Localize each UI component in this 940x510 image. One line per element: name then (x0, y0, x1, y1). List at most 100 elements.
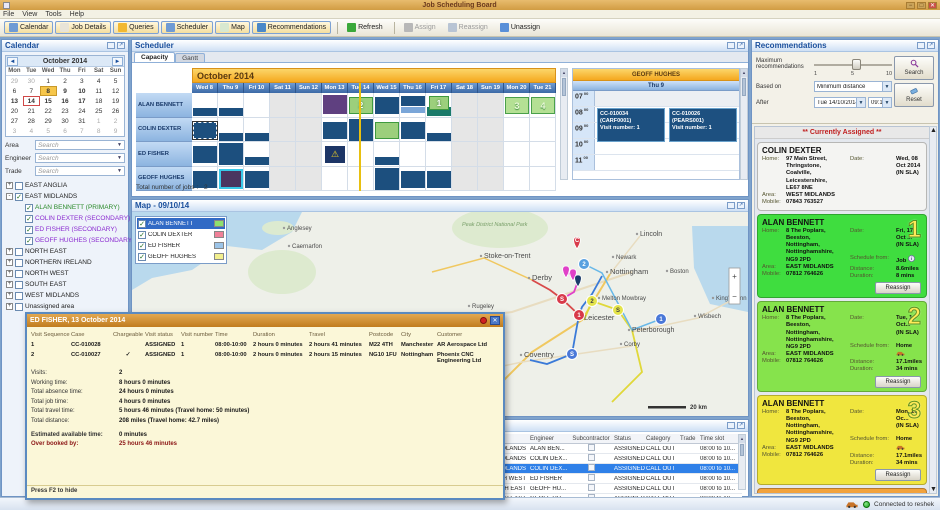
calendar-day-cell[interactable]: 3 (73, 76, 90, 86)
tab-capacity[interactable]: Capacity (134, 52, 176, 62)
map-legend-item[interactable]: ✓ ED FISHER (137, 240, 225, 251)
map-legend-item[interactable]: ✓ ALAN BENNETT (137, 218, 225, 229)
schedule-cell[interactable] (244, 93, 270, 118)
reset-button[interactable]: Reset (894, 83, 934, 107)
schedule-cell[interactable] (296, 142, 322, 167)
calendar-day-cell[interactable]: 12 (107, 86, 124, 96)
schedule-cell[interactable] (296, 117, 322, 142)
calendar-day-cell[interactable]: 5 (40, 126, 57, 136)
tree-expander-icon[interactable]: + (6, 259, 13, 266)
tree-checkbox[interactable]: ✓ (25, 225, 33, 234)
column-header-category[interactable]: Category (646, 436, 680, 442)
schedule-block[interactable] (375, 167, 399, 190)
legend-checkbox[interactable]: ✓ (138, 252, 146, 261)
schedule-block[interactable]: 1 (429, 96, 449, 110)
schedule-block[interactable] (245, 157, 269, 165)
legend-checkbox[interactable]: ✓ (138, 219, 146, 228)
schedule-block[interactable] (323, 95, 347, 114)
job-details-button[interactable]: Job Details (55, 21, 112, 34)
schedule-block[interactable] (401, 107, 425, 113)
tree-checkbox[interactable] (15, 291, 23, 300)
calendar-day-cell[interactable]: 30 (23, 76, 40, 86)
tree-checkbox[interactable]: ✓ (15, 192, 23, 201)
calendar-day-cell[interactable]: 5 (107, 76, 124, 86)
undock-panel-icon[interactable]: ↗ (117, 42, 125, 49)
tree-checkbox[interactable]: ✓ (25, 203, 33, 212)
tree-item-ed-fisher-secondary-[interactable]: ✓ ED FISHER (SECONDARY) (4, 224, 126, 235)
prev-month-button[interactable]: ◄ (7, 56, 18, 66)
schedule-cell[interactable] (478, 117, 504, 142)
calendar-day-cell[interactable]: 7 (73, 126, 90, 136)
calendar-day-cell[interactable]: 10 (73, 86, 90, 96)
schedule-block[interactable]: 2 (349, 97, 373, 114)
tree-expander-icon[interactable]: + (6, 248, 13, 255)
undock-panel-icon[interactable]: ↗ (927, 42, 935, 49)
tree-expander-icon[interactable]: + (6, 303, 13, 310)
tree-item-east-midlands[interactable]: - ✓ EAST MIDLANDS (4, 191, 126, 202)
schedule-cell[interactable] (452, 166, 478, 191)
schedule-block[interactable]: ⚠ (325, 146, 345, 163)
popup-visit-row[interactable]: 1 CC-010028 ASSIGNED 1 08:00-10:00 2 hours 0 … (27, 342, 503, 348)
schedule-block[interactable] (401, 121, 425, 139)
restore-panel-icon[interactable] (727, 42, 735, 49)
calendar-day-cell[interactable]: 7 (23, 86, 40, 96)
undock-panel-icon[interactable]: ↗ (737, 42, 745, 49)
menu-item-view[interactable]: View (22, 11, 37, 18)
schedule-cell[interactable] (478, 142, 504, 167)
after-time-select[interactable]: 09:19▼ (868, 97, 892, 108)
schedule-block[interactable] (219, 143, 243, 165)
recommendation-card-2[interactable]: ALAN BENNETT Home: 8 The Poplars, Beeston, N… (757, 301, 927, 392)
calendar-day-cell[interactable]: 1 (40, 76, 57, 86)
recommendation-card-3[interactable]: ALAN BENNETT Home: 8 The Poplars, Beeston, N… (757, 394, 927, 486)
column-header-time-slot[interactable]: Time slot (700, 436, 740, 442)
calendar-day-cell[interactable]: 14 (22, 96, 40, 106)
tree-item-geoff-hughes-secondary-[interactable]: ✓ GEOFF HUGHES (SECONDARY) (4, 235, 134, 246)
calendar-day-cell[interactable]: 28 (23, 116, 40, 126)
schedule-cell[interactable] (270, 117, 296, 142)
calendar-day-cell[interactable]: 11 (90, 86, 107, 96)
tree-item-south-east[interactable]: + SOUTH EAST (4, 279, 126, 290)
schedule-block[interactable] (193, 146, 217, 163)
next-month-button[interactable]: ► (112, 56, 123, 66)
schedule-cell[interactable] (270, 93, 296, 118)
schedule-cell[interactable] (452, 142, 478, 167)
tree-item-north-west[interactable]: + NORTH WEST (4, 268, 126, 279)
tree-checkbox[interactable] (15, 247, 23, 256)
column-header-engineer[interactable]: Engineer (530, 436, 568, 442)
schedule-cell[interactable] (296, 166, 322, 191)
calendar-day-cell[interactable]: 31 (73, 116, 90, 126)
tree-checkbox[interactable]: ✓ (25, 214, 33, 223)
calendar-day-cell[interactable]: 29 (6, 76, 23, 86)
refresh-button[interactable]: Refresh (342, 21, 388, 34)
tree-item-colin-dexter-secondary-[interactable]: ✓ COLIN DEXTER (SECONDARY) (4, 213, 130, 224)
calendar-day-cell[interactable]: 2 (57, 76, 74, 86)
schedule-cell[interactable] (296, 93, 322, 118)
unassign-button[interactable]: Unassign (495, 21, 545, 34)
subcontractor-checkbox[interactable] (587, 464, 595, 471)
tree-checkbox[interactable]: ✓ (25, 236, 33, 245)
tree-item-north-east[interactable]: + NORTH EAST (4, 246, 126, 257)
schedule-cell[interactable] (530, 166, 556, 191)
reassign-button[interactable]: Reassign (875, 469, 921, 482)
calendar-day-cell[interactable]: 20 (6, 106, 23, 116)
day-view-scrollbar[interactable]: ▲ (740, 68, 748, 180)
calendar-day-cell[interactable]: 22 (40, 106, 57, 116)
calendar-day-cell[interactable]: 29 (40, 116, 57, 126)
tree-checkbox[interactable] (15, 302, 23, 311)
engineer-search-input[interactable]: Search ▼ (35, 153, 125, 163)
calendar-day-cell[interactable]: 24 (73, 106, 90, 116)
day-view-job-block[interactable]: CC-010034 (CARF0001) Visit number: 1 (597, 108, 665, 142)
slider-thumb[interactable] (852, 59, 861, 70)
schedule-cell[interactable] (426, 142, 452, 167)
schedule-cell[interactable] (478, 93, 504, 118)
calendar-day-cell[interactable]: 13 (6, 96, 23, 106)
menu-item-help[interactable]: Help (70, 11, 84, 18)
calendar-day-cell[interactable]: 1 (90, 116, 107, 126)
calendar-button[interactable]: Calendar (4, 21, 54, 34)
calendar-day-cell[interactable]: 8 (90, 126, 107, 136)
maximize-icon[interactable]: □ (917, 1, 926, 9)
restore-panel-icon[interactable] (727, 202, 735, 209)
scheduler-vertical-scrollbar[interactable]: ▲ (560, 68, 568, 180)
schedule-block[interactable] (375, 157, 399, 165)
trade-search-input[interactable]: Search ▼ (35, 166, 125, 176)
